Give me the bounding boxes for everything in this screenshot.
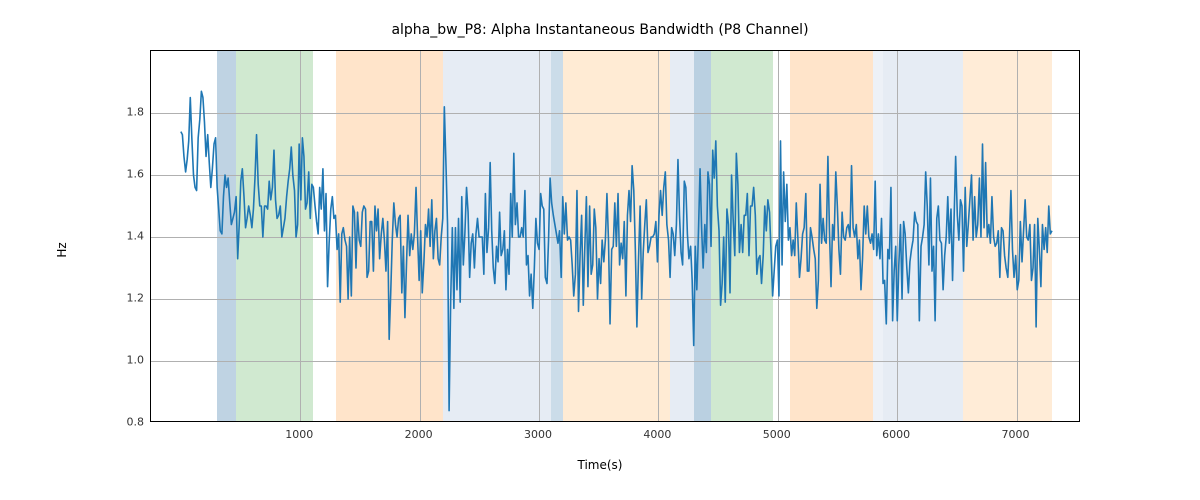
line-series-svg xyxy=(151,51,1080,422)
chart-figure: alpha_bw_P8: Alpha Instantaneous Bandwid… xyxy=(0,0,1200,500)
xtick-label: 6000 xyxy=(882,428,910,441)
ytick-label: 1.4 xyxy=(127,230,145,243)
ytick-label: 1.0 xyxy=(127,354,145,367)
xtick-label: 5000 xyxy=(763,428,791,441)
ytick-label: 1.2 xyxy=(127,292,145,305)
axes-frame xyxy=(150,50,1080,422)
xtick-label: 1000 xyxy=(285,428,313,441)
xtick-label: 3000 xyxy=(524,428,552,441)
axes-container: 1000200030004000500060007000 0.81.01.21.… xyxy=(150,50,1080,422)
ytick-label: 1.6 xyxy=(127,168,145,181)
ytick-label: 0.8 xyxy=(127,416,145,429)
ytick-label: 1.8 xyxy=(127,106,145,119)
series-line xyxy=(181,91,1052,410)
ytick-col: 0.81.01.21.41.61.8 xyxy=(84,50,144,422)
xtick-label: 2000 xyxy=(405,428,433,441)
xtick-row: 1000 2000 3000 4000 5000 6000 7000 xyxy=(150,428,1080,442)
chart-title: alpha_bw_P8: Alpha Instantaneous Bandwid… xyxy=(0,22,1200,38)
yaxis-label: Hz xyxy=(55,242,69,257)
xtick-label: 4000 xyxy=(643,428,671,441)
xtick-label: 7000 xyxy=(1002,428,1030,441)
xaxis-label: Time(s) xyxy=(0,458,1200,472)
